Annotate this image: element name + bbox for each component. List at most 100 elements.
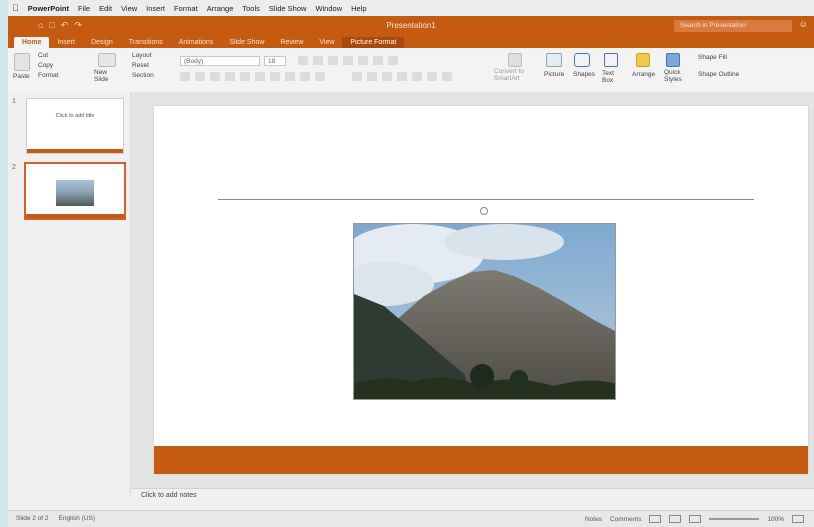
convert-smartart-button[interactable]: Convert to SmartArt xyxy=(494,68,538,82)
thumb-1-title: Click to add title xyxy=(55,113,95,119)
status-bar: Slide 2 of 2 English (US) Notes Comments… xyxy=(8,510,814,527)
bold-icon[interactable] xyxy=(180,72,190,81)
menu-format[interactable]: Format xyxy=(174,4,198,13)
title-placeholder-border[interactable] xyxy=(218,199,754,200)
subscript-icon[interactable] xyxy=(240,72,250,81)
shapes-button[interactable]: Shapes xyxy=(573,71,595,78)
reset-button[interactable]: Reset xyxy=(132,62,149,69)
reading-view-icon[interactable] xyxy=(689,515,702,523)
mac-menubar:  PowerPoint File Edit View Insert Forma… xyxy=(8,0,814,16)
notes-toggle-button[interactable]: Notes xyxy=(585,516,602,523)
slide-thumbnail-1[interactable]: Click to add title xyxy=(26,98,124,154)
superscript-icon[interactable] xyxy=(255,72,265,81)
slide-canvas[interactable] xyxy=(154,106,808,474)
slide-thumbnail-2[interactable] xyxy=(24,162,126,220)
fit-slide-icon[interactable] xyxy=(792,515,804,523)
strikethrough-icon[interactable] xyxy=(225,72,235,81)
text-effects-icon[interactable] xyxy=(315,72,325,81)
bullets-icon[interactable] xyxy=(298,56,308,65)
align-text-icon[interactable] xyxy=(412,72,422,81)
quick-styles-button[interactable]: Quick Styles xyxy=(664,69,684,83)
arrange-icon[interactable] xyxy=(636,53,650,67)
paste-icon[interactable] xyxy=(14,53,30,71)
justify-icon[interactable] xyxy=(397,72,407,81)
share-icon[interactable]: ☺ xyxy=(799,19,808,29)
tab-home[interactable]: Home xyxy=(14,37,50,48)
thumb-2-number: 2 xyxy=(12,164,16,171)
shape-fill-button[interactable]: Shape Fill xyxy=(698,54,727,61)
menu-edit[interactable]: Edit xyxy=(99,4,112,13)
underline-icon[interactable] xyxy=(210,72,220,81)
menu-file[interactable]: File xyxy=(78,4,90,13)
tab-slide-show[interactable]: Slide Show xyxy=(221,37,272,48)
comments-toggle-button[interactable]: Comments xyxy=(610,516,641,523)
align-left-icon[interactable] xyxy=(352,72,362,81)
mountain-picture[interactable] xyxy=(353,223,616,400)
apple-icon[interactable]:  xyxy=(12,3,19,13)
menu-insert[interactable]: Insert xyxy=(146,4,165,13)
numbering-icon[interactable] xyxy=(313,56,323,65)
text-box-align-icon[interactable] xyxy=(442,72,452,81)
paragraph-buttons xyxy=(298,56,398,65)
font-color-icon[interactable] xyxy=(270,72,280,81)
menu-arrange[interactable]: Arrange xyxy=(207,4,234,13)
zoom-slider[interactable] xyxy=(709,518,760,520)
new-slide-icon[interactable] xyxy=(98,53,116,67)
copy-button[interactable]: Copy xyxy=(38,62,53,69)
notes-pane[interactable]: Click to add notes xyxy=(131,488,814,505)
text-direction-icon[interactable] xyxy=(388,56,398,65)
rotate-handle[interactable] xyxy=(480,207,488,215)
font-size-field[interactable]: 18 xyxy=(264,56,286,66)
tab-animations[interactable]: Animations xyxy=(171,37,222,48)
menu-app-name[interactable]: PowerPoint xyxy=(28,4,69,13)
search-input[interactable]: Search in Presentation xyxy=(674,20,792,32)
menu-view[interactable]: View xyxy=(121,4,137,13)
tab-review[interactable]: Review xyxy=(272,37,311,48)
tab-transitions[interactable]: Transitions xyxy=(121,37,171,48)
menu-help[interactable]: Help xyxy=(351,4,366,13)
new-slide-button[interactable]: New Slide xyxy=(94,69,122,83)
text-box-icon[interactable] xyxy=(604,53,618,67)
highlight-icon[interactable] xyxy=(285,72,295,81)
picture-icon[interactable] xyxy=(546,53,562,67)
mountain-image xyxy=(354,224,615,399)
italic-icon[interactable] xyxy=(195,72,205,81)
increase-indent-icon[interactable] xyxy=(343,56,353,65)
shapes-icon[interactable] xyxy=(574,53,590,67)
quick-styles-icon[interactable] xyxy=(666,53,680,67)
menu-slide-show[interactable]: Slide Show xyxy=(269,4,307,13)
distribute-icon[interactable] xyxy=(427,72,437,81)
align-right-icon[interactable] xyxy=(382,72,392,81)
text-box-button[interactable]: Text Box xyxy=(602,70,620,84)
cut-button[interactable]: Cut xyxy=(38,52,48,59)
ribbon-home: Paste Cut Copy Format New Slide Layout R… xyxy=(8,48,814,93)
thumb-1-number: 1 xyxy=(12,98,16,105)
arrange-button[interactable]: Arrange xyxy=(632,71,655,78)
decrease-indent-icon[interactable] xyxy=(328,56,338,65)
notes-placeholder[interactable]: Click to add notes xyxy=(141,492,197,499)
tab-view[interactable]: View xyxy=(311,37,342,48)
smartart-icon[interactable] xyxy=(508,53,522,67)
paste-button[interactable]: Paste xyxy=(13,73,30,80)
font-format-buttons xyxy=(180,72,325,81)
picture-button[interactable]: Picture xyxy=(544,71,564,78)
format-painter-button[interactable]: Format xyxy=(38,72,59,79)
tab-design[interactable]: Design xyxy=(83,37,121,48)
section-button[interactable]: Section xyxy=(132,72,154,79)
font-name-field[interactable]: (Body) xyxy=(180,56,260,66)
shape-outline-button[interactable]: Shape Outline xyxy=(698,71,739,78)
tab-insert[interactable]: Insert xyxy=(49,37,83,48)
align-center-icon[interactable] xyxy=(367,72,377,81)
slide-sorter-icon[interactable] xyxy=(669,515,682,523)
columns-icon[interactable] xyxy=(373,56,383,65)
menu-window[interactable]: Window xyxy=(315,4,342,13)
clear-format-icon[interactable] xyxy=(300,72,310,81)
title-bar: ⌂ □ ↶ ↷ Presentation1 Search in Presenta… xyxy=(8,16,814,36)
language-indicator[interactable]: English (US) xyxy=(59,515,95,522)
menu-tools[interactable]: Tools xyxy=(242,4,260,13)
normal-view-icon[interactable] xyxy=(649,515,662,523)
line-spacing-icon[interactable] xyxy=(358,56,368,65)
layout-button[interactable]: Layout xyxy=(132,52,152,59)
tab-picture-format[interactable]: Picture Format xyxy=(342,37,405,48)
zoom-level[interactable]: 100% xyxy=(767,516,784,523)
